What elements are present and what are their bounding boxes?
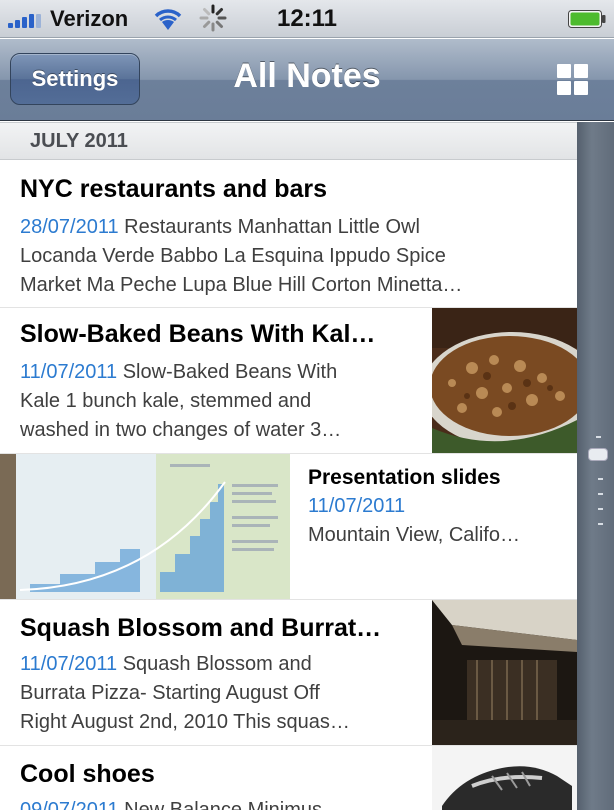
note-date: 11/07/2011	[20, 361, 118, 383]
grid-view-icon[interactable]	[557, 64, 589, 96]
note-date: 11/07/2011	[308, 495, 406, 517]
interior-thumbnail	[432, 600, 577, 745]
index-tick	[598, 508, 603, 510]
note-title: Squash Blossom and Burrat…	[20, 614, 382, 642]
note-title: Presentation slides	[308, 466, 501, 489]
note-preview: 11/07/2011 Mountain View, Califo…	[308, 495, 520, 546]
note-title: Cool shoes	[20, 760, 155, 788]
note-row[interactable]: Slow-Baked Beans With Kal… 11/07/2011 Sl…	[0, 308, 577, 454]
note-preview: 11/07/2011 Slow-Baked Beans With Kale 1 …	[20, 361, 342, 441]
note-row[interactable]: Squash Blossom and Burrat… 11/07/2011 Sq…	[0, 600, 577, 746]
index-tick	[598, 523, 603, 525]
note-date: 09/07/2011	[20, 799, 119, 810]
shoes-thumbnail	[432, 746, 577, 810]
battery-icon	[568, 10, 606, 28]
note-date: 11/07/2011	[20, 653, 118, 675]
section-header: JULY 2011	[0, 122, 577, 160]
note-title: Slow-Baked Beans With Kal…	[20, 320, 376, 348]
note-date: 28/07/2011	[20, 216, 119, 238]
page-title: All Notes	[233, 57, 381, 95]
index-tick	[598, 478, 603, 480]
note-row[interactable]: Presentation slides 11/07/2011 Mountain …	[0, 454, 577, 600]
note-row[interactable]: Cool shoes 09/07/2011 New Balance Minimu…	[0, 746, 577, 810]
note-row[interactable]: NYC restaurants and bars 28/07/2011 Rest…	[0, 161, 577, 308]
status-bar: Verizon 12:11	[0, 0, 614, 38]
note-preview: 09/07/2011 New Balance Minimus	[20, 796, 420, 810]
scroll-index[interactable]	[577, 122, 614, 810]
settings-button[interactable]: Settings	[10, 53, 140, 105]
presentation-thumbnail	[0, 454, 290, 599]
baked-beans-thumbnail	[432, 308, 577, 453]
note-preview: 28/07/2011 Restaurants Manhattan Little …	[20, 216, 463, 296]
navigation-bar: Settings All Notes	[0, 39, 614, 121]
index-tick	[596, 436, 601, 438]
note-title: NYC restaurants and bars	[20, 175, 328, 203]
index-tick	[598, 493, 603, 495]
scroll-thumb[interactable]	[588, 448, 608, 461]
status-time: 12:11	[276, 5, 338, 32]
note-preview: 11/07/2011 Squash Blossom and Burrata Pi…	[20, 653, 350, 733]
